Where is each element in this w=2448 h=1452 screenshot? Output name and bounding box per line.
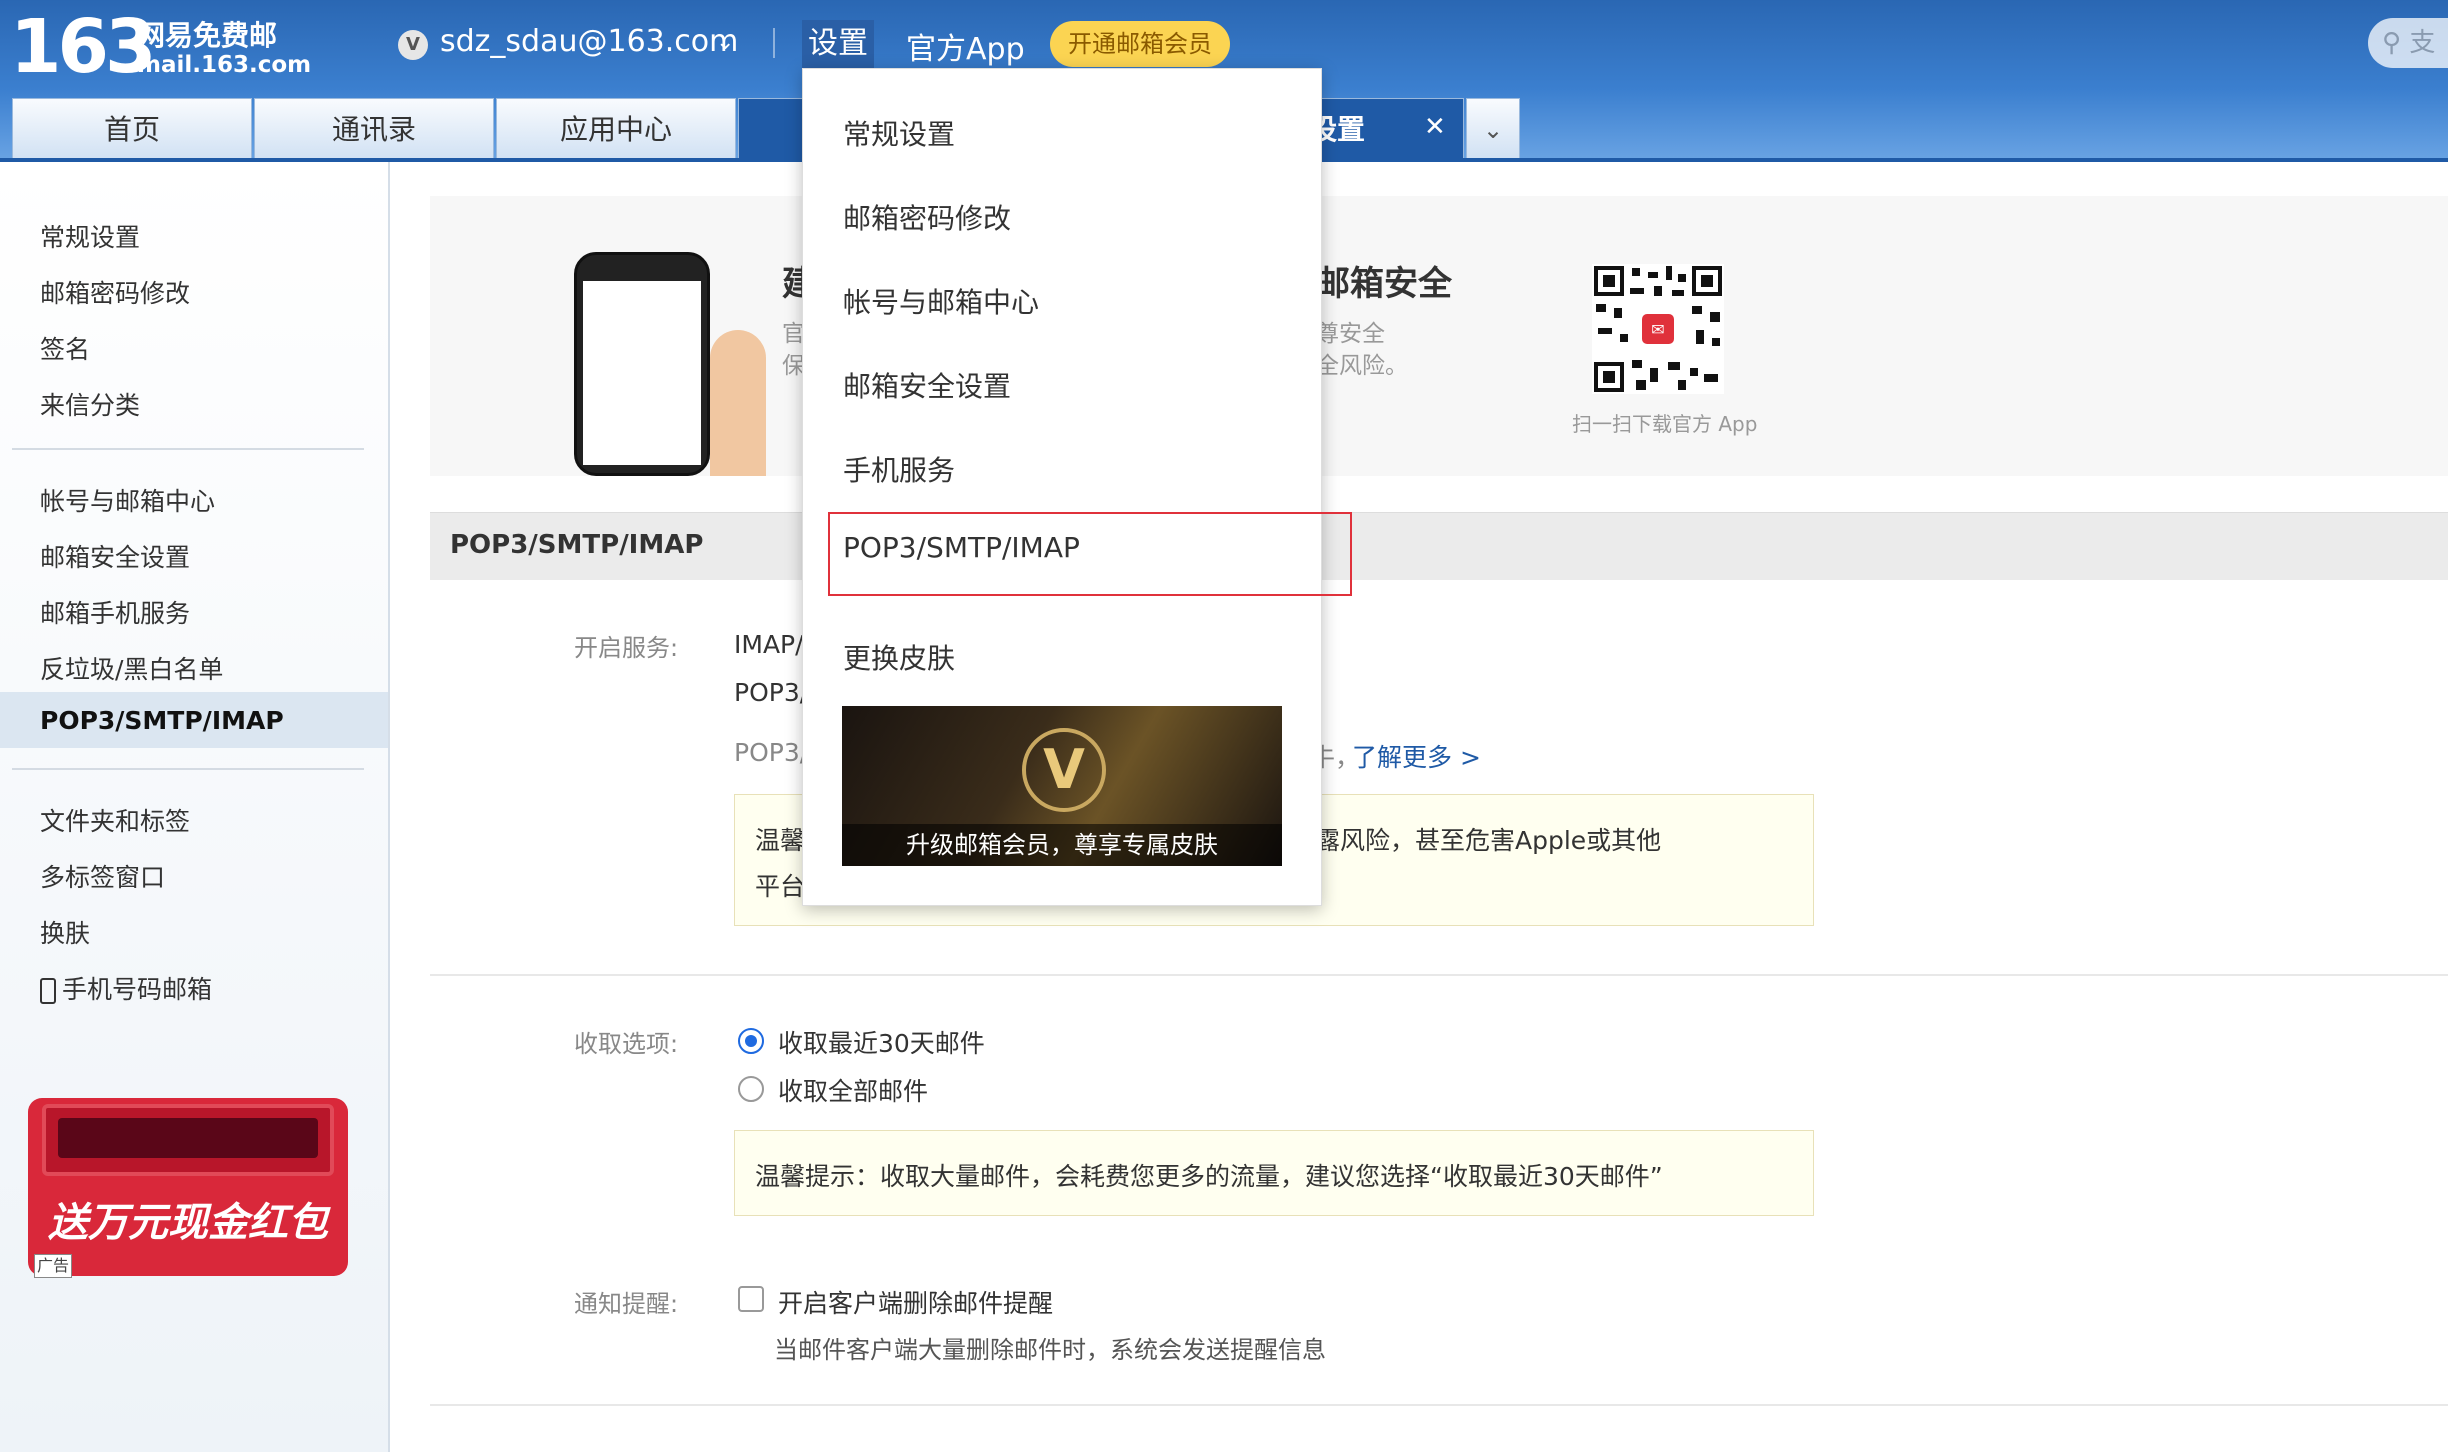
service-label: 开启服务: [574,634,679,662]
service-pop3: POP3/ [734,678,809,707]
row-divider [430,1404,2448,1406]
service-pop3-note: POP3/ [734,738,809,767]
highlight-box [828,512,1352,596]
vip-badge-icon: V [1022,728,1106,812]
row-divider [430,974,2448,976]
notify-desc: 当邮件客户端大量删除邮件时，系统会发送提醒信息 [774,1336,1326,1364]
logo-domain: mail.163.com [137,52,312,78]
menu-item-general[interactable]: 常规设置 [843,113,955,153]
promo-desc-line: 全风险。 [1316,353,1408,379]
skin-upgrade-banner[interactable]: V 升级邮箱会员，尊享专属皮肤 [842,706,1282,866]
learn-more-link[interactable]: 了解更多 > [1352,738,1481,774]
menu-item-password[interactable]: 邮箱密码修改 [843,197,1011,237]
promo-desc-line: 尊安全 [1316,321,1385,347]
warning-text: 露风险，甚至危害Apple或其他 [1315,826,1662,855]
logo-number[interactable]: 163 [10,4,156,90]
phone-screen [583,281,701,465]
sidebar-divider [12,768,364,770]
sidebar-item-mobile[interactable]: 邮箱手机服务 [40,594,190,630]
warning-line2: 平台 [755,872,806,901]
ad-label: 广告 [34,1254,72,1278]
official-app-link[interactable]: 官方App [906,24,1025,68]
sidebar-item-multitab[interactable]: 多标签窗口 [40,858,165,894]
search-icon: ⚲ [2382,28,2402,58]
notify-label: 通知提醒: [574,1290,679,1318]
search-input[interactable]: ⚲ 支 [2368,18,2448,68]
close-icon[interactable]: ✕ [1424,112,1446,142]
service-imap: IMAP/ [734,630,804,659]
ad-text: 送万元现金红包 [48,1200,328,1246]
menu-item-account-center[interactable]: 帐号与邮箱中心 [843,281,1039,321]
sidebar-item-spam[interactable]: 反垃圾/黑白名单 [40,650,223,686]
ad-envelope-top [42,1104,334,1176]
menu-item-skin[interactable]: 更换皮肤 [843,637,955,677]
ad-envelope-slot [58,1118,318,1158]
sidebar-item-password[interactable]: 邮箱密码修改 [40,274,190,310]
promo-title-right: 邮箱安全 [1316,264,1452,304]
tab-app-center[interactable]: 应用中心 [496,98,736,162]
account-name[interactable]: sdz_sdau@163.com [440,24,738,59]
radio-recent-30-label[interactable]: 收取最近30天邮件 [778,1024,985,1060]
radio-all-mail-label[interactable]: 收取全部邮件 [778,1072,928,1108]
header-divider [773,28,775,58]
qr-caption: 扫一扫下载官方 App [1572,412,1758,436]
phone-icon [40,978,56,1004]
receive-label: 收取选项: [574,1030,679,1058]
phone-illustration [574,252,710,476]
menu-item-mobile[interactable]: 手机服务 [843,449,955,489]
chevron-down-icon[interactable]: ⌄ [716,30,734,55]
promo-desc-right: 尊安全 全风险。 [1316,318,1408,382]
hand-illustration [710,330,766,476]
receive-tip: 温馨提示：收取大量邮件，会耗费您更多的流量，建议您选择“收取最近30天邮件” [734,1130,1814,1216]
section-header [430,512,2448,580]
warning-start: 温馨 [755,826,806,855]
qr-code: ✉ [1592,264,1724,394]
notify-checkbox-label[interactable]: 开启客户端删除邮件提醒 [778,1284,1053,1320]
svg-text:✉: ✉ [1651,320,1664,339]
vip-level-icon: V [398,30,428,60]
sidebar-item-phone-mail-label: 手机号码邮箱 [62,975,213,1004]
settings-link[interactable]: 设置 [802,20,874,68]
tab-contacts[interactable]: 通讯录 [254,98,494,162]
radio-all-mail[interactable] [738,1076,764,1102]
sidebar-item-filters[interactable]: 来信分类 [40,386,140,422]
sidebar-item-phone-mail[interactable]: 手机号码邮箱 [40,970,212,1006]
sidebar-item-account-center[interactable]: 帐号与邮箱中心 [40,482,215,518]
search-placeholder: 支 [2409,28,2436,58]
receive-tip-text: 温馨提示：收取大量邮件，会耗费您更多的流量，建议您选择“收取最近30天邮件” [755,1162,1663,1191]
menu-item-security[interactable]: 邮箱安全设置 [843,365,1011,405]
sidebar-item-security[interactable]: 邮箱安全设置 [40,538,190,574]
notify-checkbox[interactable] [738,1286,764,1312]
sidebar-divider [12,448,364,450]
section-title: POP3/SMTP/IMAP [450,530,704,560]
sidebar-item-folders[interactable]: 文件夹和标签 [40,802,190,838]
skin-banner-text: 升级邮箱会员，尊享专属皮肤 [842,824,1282,866]
sidebar-item-skin[interactable]: 换肤 [40,914,90,950]
chevron-down-icon[interactable]: ⌄ [1466,98,1520,162]
radio-recent-30[interactable] [738,1028,764,1054]
tab-home[interactable]: 首页 [12,98,252,162]
vip-upgrade-button[interactable]: 开通邮箱会员 [1050,21,1230,67]
logo-title: 网易免费邮 [137,19,278,52]
sidebar-item-general[interactable]: 常规设置 [40,218,140,254]
ad-banner[interactable]: 送万元现金红包 [28,1098,348,1276]
sidebar-item-signature[interactable]: 签名 [40,330,90,366]
sidebar-item-pop3[interactable]: POP3/SMTP/IMAP [40,706,284,735]
